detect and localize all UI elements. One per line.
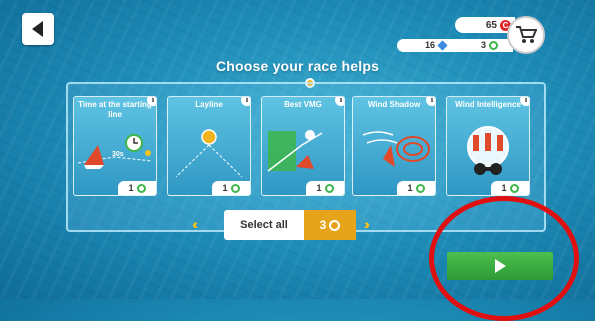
- help-cost: 1: [306, 181, 344, 195]
- layline-icon: [175, 129, 243, 178]
- help-card-starting-line[interactable]: Time at the starting line i 30s 1: [73, 96, 157, 196]
- help-card-label: Wind Shadow: [367, 100, 421, 109]
- select-all-row: ‹‹‹ Select all 3 ›››: [192, 210, 402, 240]
- help-card-layline[interactable]: Layline i 1: [167, 96, 251, 196]
- gems-value: 16: [425, 40, 436, 50]
- token-icon: [415, 183, 425, 193]
- select-all-cost[interactable]: 3: [304, 210, 356, 240]
- vmg-icon: [267, 130, 323, 172]
- help-card-label: Time at the starting line: [78, 100, 152, 119]
- chevrons-left-icon: ‹‹‹: [192, 216, 198, 232]
- help-card-wind-intelligence[interactable]: Wind Intelligence i 1: [446, 96, 530, 196]
- starting-line-time: 30s: [112, 151, 124, 158]
- help-card-label: Best VMG: [284, 100, 322, 109]
- help-card-label: Wind Intelligence: [455, 100, 521, 109]
- back-arrow-icon: [31, 21, 43, 37]
- token-icon: [489, 40, 499, 50]
- help-cost: 1: [118, 181, 156, 195]
- shop-cart-button[interactable]: [507, 16, 545, 54]
- info-icon[interactable]: i: [426, 97, 435, 106]
- help-card-best-vmg[interactable]: Best VMG i 1: [261, 96, 345, 196]
- wind-shadow-icon: [362, 131, 430, 167]
- token-icon: [324, 183, 334, 193]
- cart-icon: [516, 26, 537, 43]
- help-card-wind-shadow[interactable]: Wind Shadow i 1: [352, 96, 436, 196]
- token-icon: [329, 219, 341, 231]
- info-icon[interactable]: i: [241, 97, 250, 106]
- starting-line-icon: 30s: [77, 134, 153, 169]
- token-icon: [136, 183, 146, 193]
- help-card-label: Layline: [195, 100, 223, 109]
- back-button[interactable]: [22, 13, 54, 45]
- help-cost: 1: [212, 181, 250, 195]
- highlight-circle: [429, 196, 579, 321]
- chevrons-right-icon: ›››: [364, 216, 370, 232]
- info-icon[interactable]: i: [147, 97, 156, 106]
- resources-bar: 16 3: [397, 39, 513, 52]
- token-icon: [230, 183, 240, 193]
- help-cost: 1: [491, 181, 529, 195]
- help-cost: 1: [397, 181, 435, 195]
- select-all-button[interactable]: Select all: [224, 210, 304, 240]
- coins-counter: 65 C: [455, 17, 515, 33]
- gem-icon: [437, 39, 448, 51]
- wind-intelligence-icon: [467, 126, 509, 175]
- info-icon[interactable]: i: [520, 97, 529, 106]
- tokens-value: 3: [481, 40, 487, 50]
- page-title: Choose your race helps: [215, 58, 380, 74]
- info-icon[interactable]: i: [335, 97, 344, 106]
- coins-value: 65: [485, 19, 497, 31]
- token-icon: [509, 183, 519, 193]
